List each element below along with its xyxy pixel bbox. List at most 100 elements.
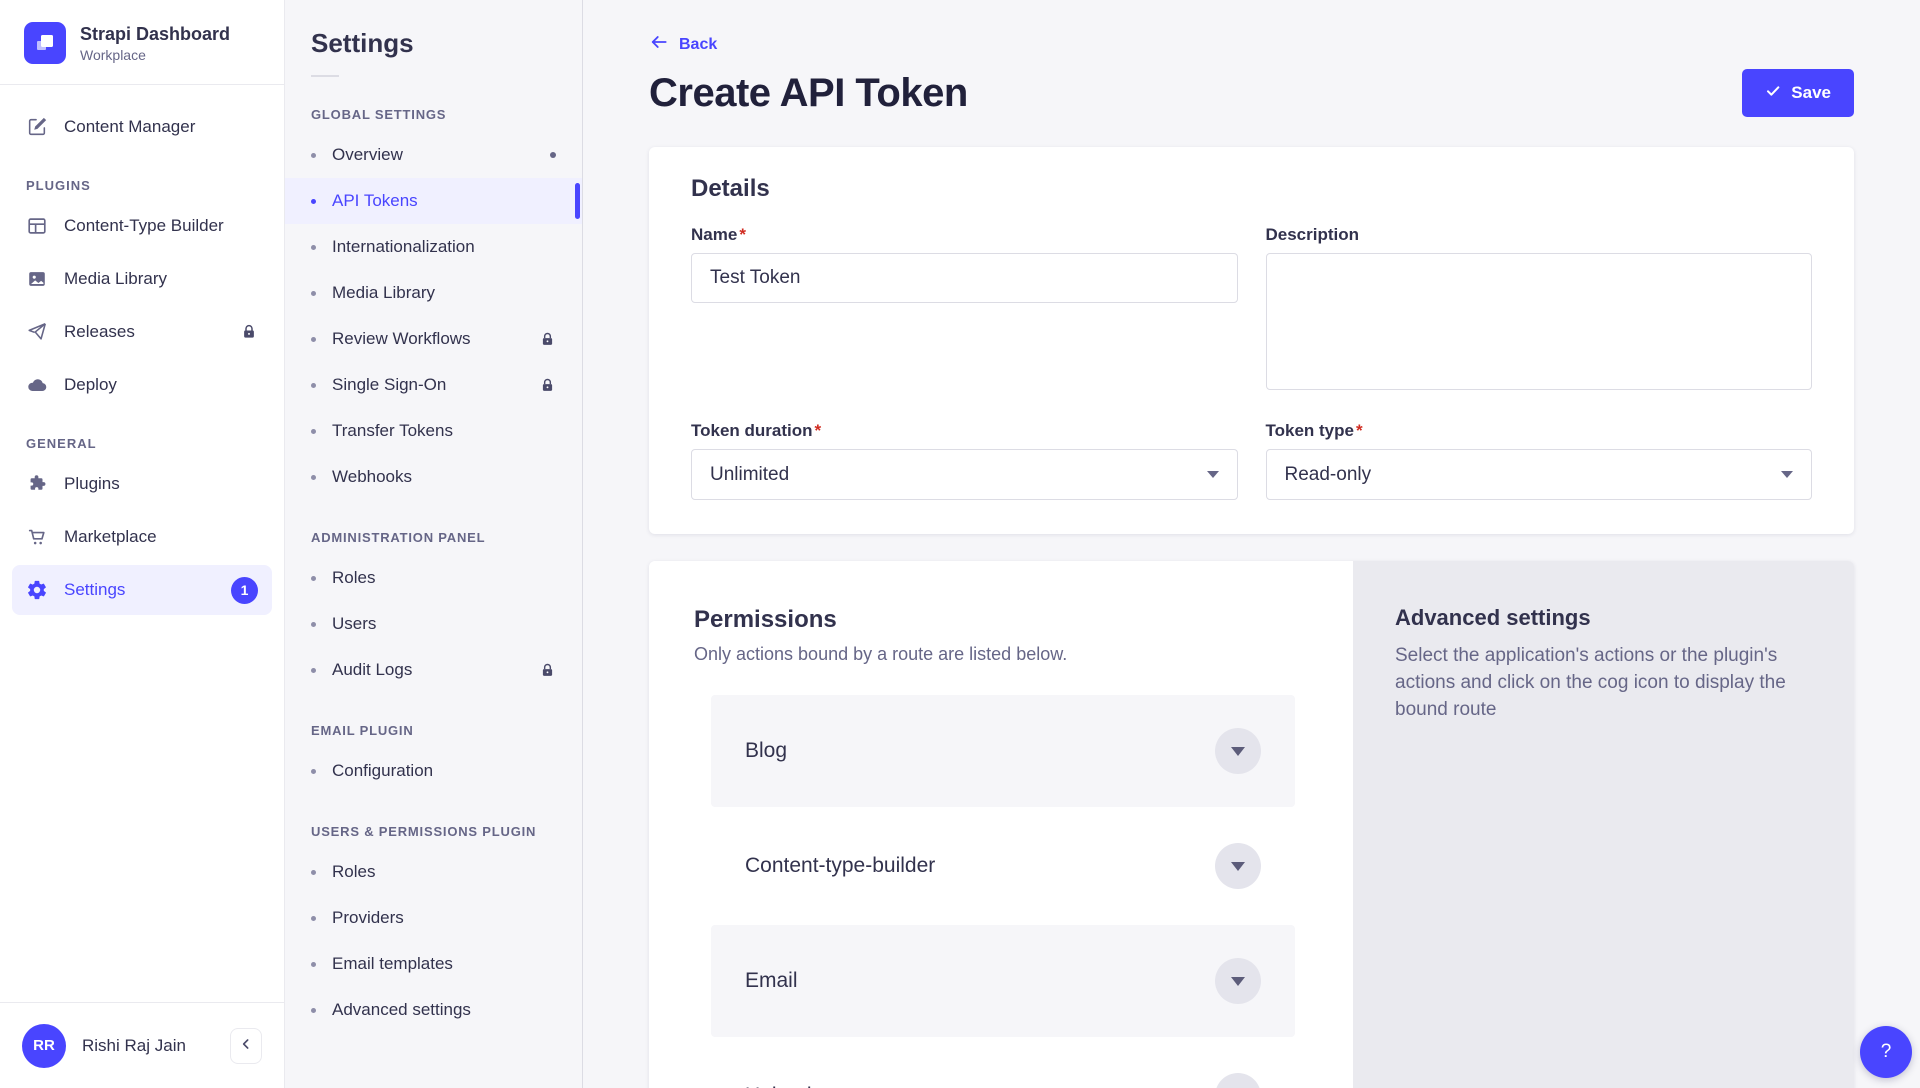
details-heading: Details [691,175,1812,203]
nav-section-general: GENERAL [12,436,272,451]
avatar[interactable]: RR [22,1024,66,1068]
bullet-dot [311,622,316,627]
description-textarea[interactable] [1266,253,1813,390]
back-link[interactable]: Back [649,32,717,57]
subnav-item-providers[interactable]: Providers [285,895,582,941]
subnav-item-label: Internationalization [332,237,475,257]
subnav-item-internationalization[interactable]: Internationalization [285,224,582,270]
nav-item-media-library[interactable]: Media Library [12,254,272,304]
nav-item-marketplace[interactable]: Marketplace [12,512,272,562]
subnav-item-review-workflows[interactable]: Review Workflows [285,316,582,362]
save-label: Save [1791,83,1831,103]
nav-item-plugins[interactable]: Plugins [12,459,272,509]
bullet-dot [311,245,316,250]
subnav-item-label: Configuration [332,761,433,781]
accordion-toggle-button[interactable] [1215,728,1261,774]
save-button[interactable]: Save [1742,69,1854,117]
subnav-item-single-sign-on[interactable]: Single Sign-On [285,362,582,408]
accordion-toggle-button[interactable] [1215,958,1261,1004]
workspace-brand[interactable]: Strapi Dashboard Workplace [0,0,284,85]
main-sidebar: Strapi Dashboard Workplace Content Manag… [0,0,285,1088]
back-label: Back [679,36,717,54]
subnav-item-label: Audit Logs [332,660,412,680]
subnav-item-advanced-settings[interactable]: Advanced settings [285,987,582,1033]
puzzle-icon [26,473,48,495]
nav-item-settings[interactable]: Settings 1 [12,565,272,615]
nav-item-content-manager[interactable]: Content Manager [12,102,272,152]
nav-item-deploy[interactable]: Deploy [12,360,272,410]
content-manager-icon [26,116,48,138]
token-duration-select[interactable]: Unlimited [691,449,1238,500]
subnav-item-api-tokens[interactable]: API Tokens [285,178,582,224]
bullet-dot [311,916,316,921]
subnav-item-label: Overview [332,145,403,165]
lock-icon [539,662,556,679]
chevron-down-icon [1207,471,1219,478]
chevron-down-icon [1231,977,1245,986]
nav-item-label: Releases [64,322,135,342]
subnav-item-label: Email templates [332,954,453,974]
subnav-divider [311,75,339,77]
layout-grid-icon [26,215,48,237]
bullet-dot [311,870,316,875]
nav-item-label: Marketplace [64,527,157,547]
subnav-item-up-roles[interactable]: Roles [285,849,582,895]
collapse-sidebar-button[interactable] [230,1028,262,1064]
nav-item-label: Settings [64,580,125,600]
description-field-group: Description [1266,225,1813,395]
required-asterisk: * [1356,421,1363,440]
subnav-item-webhooks[interactable]: Webhooks [285,454,582,500]
accordion-content-type-builder[interactable]: Content-type-builder [711,810,1295,922]
question-mark-icon: ? [1881,1041,1892,1063]
brand-text: Strapi Dashboard Workplace [80,23,230,64]
token-type-label-text: Token type [1266,421,1354,440]
settings-subnav: Settings GLOBAL SETTINGS Overview API To… [285,0,583,1088]
workspace-subtitle: Workplace [80,47,230,63]
subnav-item-users[interactable]: Users [285,601,582,647]
check-icon [1765,83,1781,104]
nav-item-label: Content-Type Builder [64,216,224,236]
strapi-logo-icon [24,22,66,64]
subnav-title: Settings [285,0,582,59]
app-root: Strapi Dashboard Workplace Content Manag… [0,0,1920,1088]
chevron-down-icon [1231,862,1245,871]
nav-item-label: Plugins [64,474,120,494]
chevron-down-icon [1781,471,1793,478]
bullet-dot [311,153,316,158]
subnav-item-transfer-tokens[interactable]: Transfer Tokens [285,408,582,454]
token-type-select[interactable]: Read-only [1266,449,1813,500]
name-input[interactable] [691,253,1238,303]
bullet-dot [311,1008,316,1013]
active-indicator [575,183,580,219]
lock-icon [539,377,556,394]
nav-item-label: Media Library [64,269,167,289]
accordion-upload[interactable]: Upload [711,1040,1295,1088]
accordion-toggle-button[interactable] [1215,843,1261,889]
subnav-item-audit-logs[interactable]: Audit Logs [285,647,582,693]
workspace-title: Strapi Dashboard [80,23,230,46]
subnav-item-label: Single Sign-On [332,375,446,395]
lock-icon [240,323,258,341]
required-asterisk: * [815,421,822,440]
page-title: Create API Token [649,71,968,116]
subnav-item-email-templates[interactable]: Email templates [285,941,582,987]
paper-plane-icon [26,321,48,343]
accordion-toggle-button[interactable] [1215,1073,1261,1088]
subnav-item-configuration[interactable]: Configuration [285,748,582,794]
nav-item-releases[interactable]: Releases [12,307,272,357]
user-name: Rishi Raj Jain [82,1036,186,1056]
subnav-item-admin-roles[interactable]: Roles [285,555,582,601]
permissions-heading: Permissions [691,606,1333,634]
subnav-item-media-library[interactable]: Media Library [285,270,582,316]
cloud-icon [26,374,48,396]
name-field-group: Name* [691,225,1238,395]
subnav-item-overview[interactable]: Overview [285,132,582,178]
accordion-blog[interactable]: Blog [711,695,1295,807]
nav-list: Content Manager PLUGINS Content-Type Bui… [0,85,284,615]
cart-icon [26,526,48,548]
subnav-item-label: Providers [332,908,404,928]
nav-item-content-type-builder[interactable]: Content-Type Builder [12,201,272,251]
accordion-email[interactable]: Email [711,925,1295,1037]
help-button[interactable]: ? [1860,1026,1912,1078]
bullet-dot [311,962,316,967]
